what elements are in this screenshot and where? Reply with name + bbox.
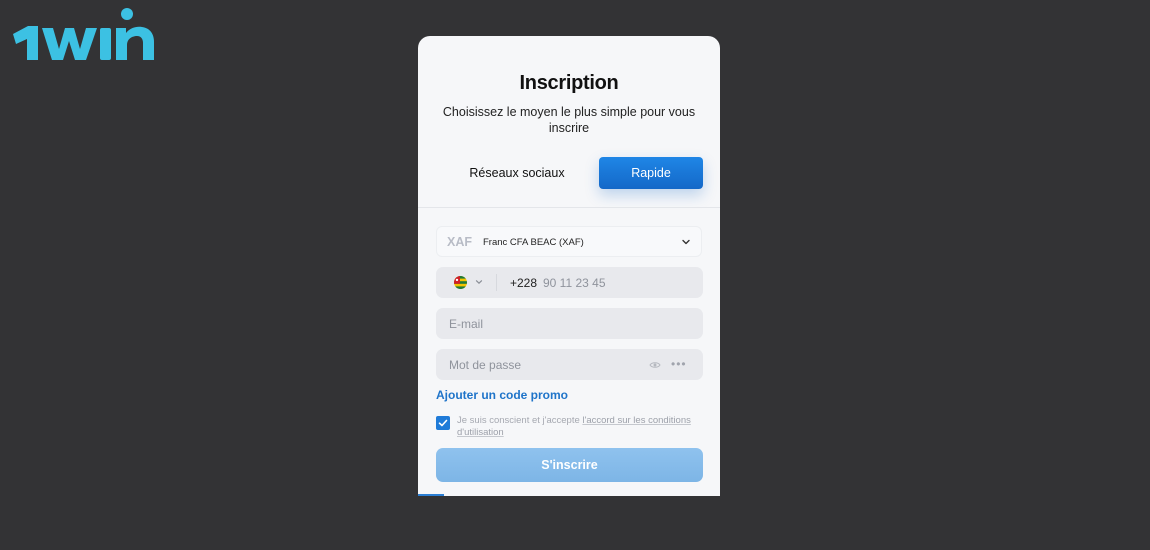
checkmark-icon [438, 419, 448, 427]
terms-consent: Je suis conscient et j'accepte l'accord … [436, 414, 703, 444]
currency-select[interactable]: XAF Franc CFA BEAC (XAF) [436, 226, 702, 257]
currency-name: Franc CFA BEAC (XAF) [483, 237, 584, 248]
eye-icon[interactable] [649, 359, 661, 371]
registration-card: Inscription Choisissez le moyen le plus … [418, 36, 720, 496]
terms-checkbox[interactable] [436, 416, 450, 430]
page-title: Inscription [519, 72, 619, 94]
field-separator [496, 274, 497, 291]
flag-togo-icon[interactable] [454, 276, 467, 289]
logo-1win-icon [13, 8, 154, 60]
currency-code: XAF [447, 235, 472, 249]
divider [418, 207, 720, 208]
terms-text: Je suis conscient et j'accepte l'accord … [457, 415, 697, 439]
password-input[interactable] [449, 349, 639, 380]
page: Inscription Choisissez le moyen le plus … [0, 0, 1150, 550]
password-dots: ••• [671, 357, 687, 371]
phone-prefix: +228 [510, 276, 538, 290]
chevron-down-icon [682, 239, 690, 245]
password-field: ••• [436, 349, 703, 380]
add-promo-code-link[interactable]: Ajouter un code promo [436, 388, 568, 402]
register-button[interactable]: S'inscrire [436, 448, 703, 482]
email-input[interactable] [449, 308, 689, 339]
brand-logo[interactable] [10, 4, 174, 68]
bottom-indicator [418, 494, 444, 496]
tab-rapide[interactable]: Rapide [599, 157, 703, 189]
email-field [436, 308, 703, 339]
tab-social-networks[interactable]: Réseaux sociaux [436, 157, 598, 189]
terms-text-before: Je suis conscient et j'accepte [457, 415, 583, 426]
country-chevron-down-icon[interactable] [474, 277, 484, 287]
phone-input[interactable] [543, 267, 683, 298]
phone-field: +228 [436, 267, 703, 298]
page-subtitle: Choisissez le moyen le plus simple pour … [442, 105, 696, 135]
registration-method-tabs: Réseaux sociaux Rapide [436, 157, 703, 189]
